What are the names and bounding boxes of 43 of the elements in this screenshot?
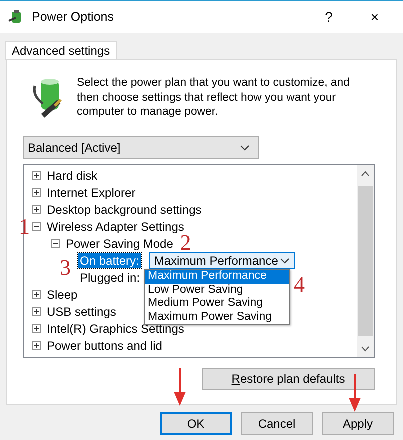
dialog-button[interactable]: Cancel <box>241 412 313 435</box>
dropdown-option[interactable]: Low Power Saving <box>145 284 289 297</box>
tab[interactable]: Advanced settings <box>5 41 118 60</box>
close-button[interactable]: × <box>355 3 395 31</box>
setting-label[interactable]: On battery: <box>78 253 142 268</box>
tree-item[interactable]: Hard disk <box>47 168 98 182</box>
help-button[interactable]: ? <box>309 3 349 31</box>
annotation-number: 4 <box>294 275 305 295</box>
expand-icon[interactable] <box>32 205 41 214</box>
dialog-button[interactable]: Apply <box>322 412 394 435</box>
expand-icon[interactable] <box>32 290 41 299</box>
setting-dropdown[interactable]: Maximum Performance <box>149 252 296 269</box>
collapse-icon[interactable] <box>32 222 41 231</box>
scroll-up-icon[interactable] <box>361 170 370 176</box>
annotation-number: 2 <box>180 233 192 253</box>
dialog-button[interactable]: OK <box>160 412 232 435</box>
setting-label[interactable]: Plugged in: <box>78 270 142 285</box>
tree-item[interactable]: Power Saving Mode <box>66 236 174 250</box>
dropdown-option[interactable]: Maximum Power Saving <box>145 310 289 324</box>
expand-icon[interactable] <box>32 324 41 333</box>
tree-item[interactable]: Internet Explorer <box>47 186 136 200</box>
expand-icon[interactable] <box>32 171 41 180</box>
scroll-down-icon[interactable] <box>361 346 370 352</box>
scrollbar[interactable] <box>357 165 374 357</box>
tree-item[interactable]: Intel(R) Graphics Settings <box>47 322 184 336</box>
expand-icon[interactable] <box>32 307 41 316</box>
annotation-number: 3 <box>60 258 71 278</box>
tree-item[interactable]: Desktop background settings <box>47 202 202 216</box>
plan-dropdown[interactable]: Balanced [Active] <box>23 136 259 159</box>
expand-icon[interactable] <box>32 188 41 197</box>
restore-defaults-button[interactable]: Restore plan defaults <box>202 368 375 390</box>
tree-item[interactable]: Wireless Adapter Settings <box>47 220 184 234</box>
dropdown-option[interactable]: Maximum Performance <box>145 270 289 284</box>
intro-text: Select the power plan that you want to customize, and then choose settings that reflect how you want your computer to manage power. <box>77 76 351 120</box>
dropdown-option[interactable]: Medium Power Saving <box>145 297 289 310</box>
chevron-icon <box>240 144 250 150</box>
tree-item[interactable]: Sleep <box>47 288 78 302</box>
collapse-icon[interactable] <box>51 239 60 248</box>
tree-item[interactable]: Power buttons and lid <box>47 338 162 352</box>
window-title: Power Options <box>32 10 115 24</box>
expand-icon[interactable] <box>32 341 41 350</box>
tree-item[interactable]: USB settings <box>47 304 116 318</box>
chevron-icon <box>280 258 290 264</box>
